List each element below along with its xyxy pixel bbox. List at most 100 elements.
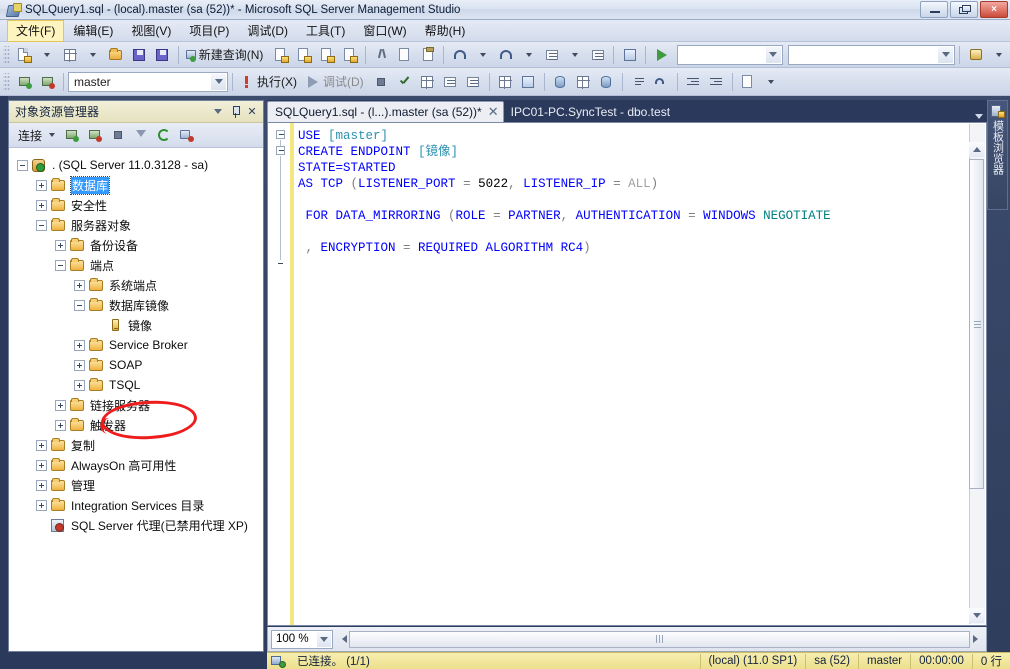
oe-stop-button[interactable] xyxy=(106,124,129,146)
tree-expander-plus-icon[interactable] xyxy=(36,459,47,471)
new-project-dropdown[interactable] xyxy=(36,44,59,66)
find-button[interactable] xyxy=(964,44,987,66)
results-to-file-button[interactable] xyxy=(595,71,618,93)
save-all-button[interactable] xyxy=(151,44,174,66)
toolbar-grip[interactable] xyxy=(3,45,10,64)
intellisense-button[interactable] xyxy=(462,71,485,93)
menu-help[interactable]: 帮助(H) xyxy=(416,20,475,42)
specify-values-button[interactable] xyxy=(737,71,760,93)
comment-lines-button[interactable] xyxy=(627,71,650,93)
tree-node[interactable]: SOAP xyxy=(9,355,263,375)
tree-node[interactable]: 触发器 xyxy=(9,415,263,435)
tree-node[interactable]: Integration Services 目录 xyxy=(9,495,263,515)
display-estimated-plan-button[interactable] xyxy=(416,71,439,93)
database-combo[interactable]: master xyxy=(68,71,228,92)
tab-sqlquery1[interactable]: SQLQuery1.sql - (l...).master (sa (52))*… xyxy=(267,101,504,122)
oe-refresh-button[interactable] xyxy=(152,124,175,146)
horizontal-scrollbar[interactable] xyxy=(335,630,984,649)
horizontal-scroll-thumb[interactable] xyxy=(349,630,970,648)
uncomment-lines-button[interactable] xyxy=(650,71,673,93)
tree-node[interactable]: 数据库镜像 xyxy=(9,295,263,315)
stop-button[interactable] xyxy=(370,71,393,93)
tree-expander-plus-icon[interactable] xyxy=(55,399,66,411)
oe-connect-icon-button[interactable] xyxy=(60,124,83,146)
menu-view[interactable]: 视图(V) xyxy=(122,20,180,42)
minimize-button[interactable] xyxy=(920,1,948,18)
toolbar-overflow-1[interactable] xyxy=(987,44,1010,66)
copy-button[interactable] xyxy=(393,44,416,66)
debug-target-combo[interactable] xyxy=(787,44,956,65)
object-explorer-tree[interactable]: . (SQL Server 11.0.3128 - sa) 数据库 安全性 服务器对象… xyxy=(9,149,263,651)
navigate-forward-button[interactable] xyxy=(586,44,609,66)
menu-project[interactable]: 项目(P) xyxy=(180,20,238,42)
tree-expander-minus-icon[interactable] xyxy=(74,299,85,311)
fold-toggle-2[interactable] xyxy=(276,146,285,155)
navigate-backward-dropdown[interactable] xyxy=(563,44,586,66)
increase-indent-button[interactable] xyxy=(705,71,728,93)
tree-node[interactable]: 备份设备 xyxy=(9,235,263,255)
close-icon[interactable]: ✕ xyxy=(244,104,260,120)
decrease-indent-button[interactable] xyxy=(682,71,705,93)
scroll-left-button[interactable] xyxy=(335,631,349,648)
redo-button[interactable] xyxy=(494,44,517,66)
parse-button[interactable] xyxy=(393,71,416,93)
tree-expander-plus-icon[interactable] xyxy=(74,359,85,371)
tree-node[interactable]: 复制 xyxy=(9,435,263,455)
tree-node[interactable]: 端点 xyxy=(9,255,263,275)
vertical-scroll-thumb[interactable] xyxy=(969,159,984,489)
tree-expander-plus-icon[interactable] xyxy=(36,179,47,191)
code-editor[interactable]: USE [master] CREATE ENDPOINT [镜像] STATE=ST… xyxy=(267,122,987,626)
fold-toggle-1[interactable] xyxy=(276,130,285,139)
tree-node[interactable]: SQL Server 代理(已禁用代理 XP) xyxy=(9,515,263,535)
tree-expander-plus-icon[interactable] xyxy=(74,279,85,291)
disconnect-button[interactable] xyxy=(36,71,59,93)
tab-dbo-test[interactable]: IPC01-PC.SyncTest - dbo.test xyxy=(503,101,675,122)
analysis-dmx-query-button[interactable] xyxy=(315,44,338,66)
oe-sync-button[interactable] xyxy=(175,124,198,146)
debug-config-combo[interactable] xyxy=(677,44,783,65)
cut-button[interactable] xyxy=(370,44,393,66)
tab-list-dropdown-icon[interactable] xyxy=(975,114,983,119)
scroll-right-button[interactable] xyxy=(970,631,984,648)
include-actual-plan-button[interactable] xyxy=(494,71,517,93)
new-item-dropdown[interactable] xyxy=(82,44,105,66)
toolbar-overflow-2[interactable] xyxy=(760,71,783,93)
tree-node[interactable]: 安全性 xyxy=(9,195,263,215)
new-project-button[interactable] xyxy=(13,44,36,66)
tree-expander-plus-icon[interactable] xyxy=(55,419,66,431)
zoom-combo[interactable]: 100 % xyxy=(271,629,333,649)
tree-expander-plus-icon[interactable] xyxy=(36,499,47,511)
tree-expander-plus-icon[interactable] xyxy=(36,439,47,451)
scroll-down-button[interactable] xyxy=(969,608,984,623)
analysis-mdx-query-button[interactable] xyxy=(292,44,315,66)
tree-node[interactable]: 服务器对象 xyxy=(9,215,263,235)
execute-button[interactable]: 执行(X) xyxy=(237,71,303,93)
start-debug-button[interactable] xyxy=(650,44,673,66)
maximize-button[interactable] xyxy=(950,1,978,18)
undo-dropdown[interactable] xyxy=(471,44,494,66)
results-to-grid-button[interactable] xyxy=(572,71,595,93)
tree-expander-plus-icon[interactable] xyxy=(36,479,47,491)
tree-node[interactable]: 系统端点 xyxy=(9,275,263,295)
fold-gutter[interactable] xyxy=(276,123,290,625)
tree-expander-minus-icon[interactable] xyxy=(55,259,66,271)
oe-disconnect-button[interactable] xyxy=(83,124,106,146)
tab-close-icon[interactable]: ✕ xyxy=(488,104,499,120)
tree-node[interactable]: 链接服务器 xyxy=(9,395,263,415)
menu-window[interactable]: 窗口(W) xyxy=(354,20,415,42)
tree-expander-plus-icon[interactable] xyxy=(74,339,85,351)
redo-dropdown[interactable] xyxy=(517,44,540,66)
tree-expander-plus-icon[interactable] xyxy=(36,199,47,211)
tree-node[interactable]: TSQL xyxy=(9,375,263,395)
menu-tools[interactable]: 工具(T) xyxy=(297,20,354,42)
include-client-statistics-button[interactable] xyxy=(517,71,540,93)
template-explorer-dock-tab[interactable]: 模板浏览器 xyxy=(987,100,1008,210)
oe-connect-button[interactable]: 连接 xyxy=(14,124,60,146)
tree-node[interactable]: . (SQL Server 11.0.3128 - sa) xyxy=(9,155,263,175)
new-query-button[interactable]: 新建查询(N) xyxy=(183,44,270,66)
vertical-scrollbar[interactable] xyxy=(969,124,985,624)
pin-icon[interactable] xyxy=(227,104,243,120)
panel-menu-button[interactable] xyxy=(210,104,226,120)
database-engine-query-button[interactable] xyxy=(269,44,292,66)
scroll-up-button[interactable] xyxy=(969,142,984,157)
